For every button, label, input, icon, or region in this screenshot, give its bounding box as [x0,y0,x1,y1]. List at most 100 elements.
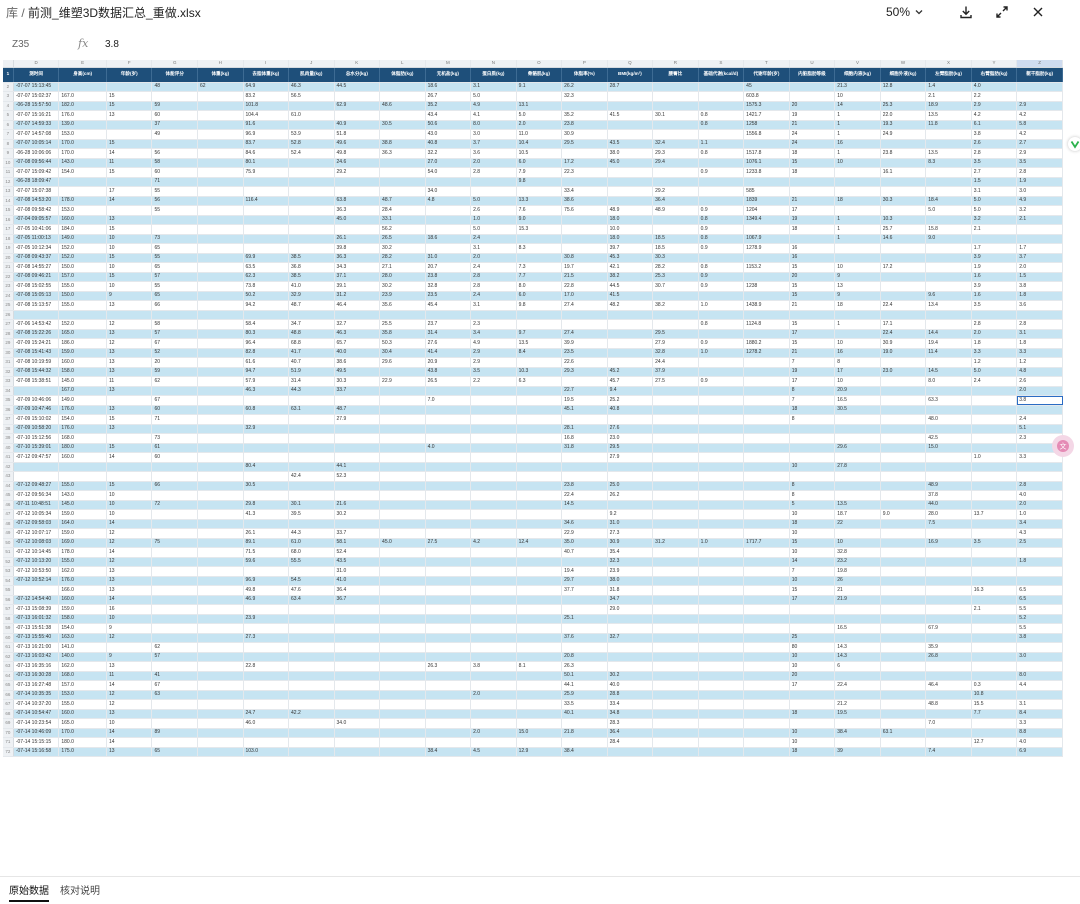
table-cell[interactable]: 63.3 [925,395,972,406]
table-cell[interactable] [1016,462,1063,472]
table-cell[interactable]: 1.0 [470,215,517,225]
table-cell[interactable] [425,452,472,463]
table-cell[interactable]: -07-07 15:09:42 [13,167,60,178]
table-cell[interactable] [288,661,335,672]
table-cell[interactable] [834,253,881,263]
table-cell[interactable]: -07-10 15:12:56 [13,433,60,444]
field-header[interactable]: 细胞外液(kg) [880,67,927,83]
table-cell[interactable]: 17 [789,329,836,339]
table-cell[interactable]: 24 [789,129,836,140]
table-cell[interactable]: 14 [106,680,153,691]
table-cell[interactable]: 55 [151,205,198,216]
table-cell[interactable] [379,519,426,529]
table-cell[interactable]: 17 [789,205,836,216]
table-cell[interactable]: 1.8 [1016,557,1063,567]
table-cell[interactable]: 14 [106,728,153,738]
table-cell[interactable]: 84.6 [243,148,290,159]
table-cell[interactable]: 4.5 [470,747,517,757]
table-cell[interactable]: 27.1 [379,262,426,273]
table-cell[interactable] [880,205,927,216]
table-cell[interactable]: 39.1 [334,281,381,292]
table-cell[interactable]: 7 [789,395,836,406]
table-cell[interactable]: 72 [151,500,198,510]
table-cell[interactable] [425,386,472,396]
table-cell[interactable]: 162.0 [58,566,107,577]
table-cell[interactable] [743,452,790,463]
table-cell[interactable]: 0.9 [698,224,745,235]
table-cell[interactable] [1016,566,1063,577]
table-cell[interactable]: 9 [834,291,881,301]
table-cell[interactable]: 1.1 [698,139,745,149]
table-cell[interactable] [243,186,290,197]
table-cell[interactable] [516,699,563,710]
table-cell[interactable]: 182.0 [58,101,107,111]
table-cell[interactable] [743,623,790,634]
row-number[interactable]: 68 [3,709,14,719]
table-cell[interactable]: 13 [106,110,153,121]
table-cell[interactable]: 6.3 [516,376,563,387]
table-cell[interactable]: -07-13 16:21:00 [13,642,60,653]
table-cell[interactable] [425,547,472,558]
table-cell[interactable]: 159.0 [58,528,107,539]
table-cell[interactable] [1016,661,1063,672]
table-cell[interactable] [516,614,563,624]
table-cell[interactable] [561,243,608,254]
table-cell[interactable] [971,661,1018,672]
table-cell[interactable] [561,595,608,605]
table-cell[interactable]: 19.8 [834,566,881,577]
table-cell[interactable] [880,576,927,586]
table-cell[interactable] [425,243,472,254]
table-cell[interactable]: 11 [106,158,153,168]
table-cell[interactable] [197,357,244,368]
table-cell[interactable] [425,405,472,415]
table-cell[interactable] [561,452,608,463]
table-cell[interactable]: 22 [834,519,881,529]
table-cell[interactable] [925,557,972,567]
table-cell[interactable] [561,224,608,235]
table-cell[interactable]: -07-12 10:08:03 [13,538,60,548]
table-cell[interactable] [789,452,836,463]
table-cell[interactable]: 164.0 [58,519,107,529]
table-cell[interactable]: 28.2 [379,253,426,263]
table-cell[interactable]: -07-12 09:47:57 [13,452,60,463]
table-cell[interactable] [151,139,198,149]
table-cell[interactable]: 25.1 [561,614,608,624]
table-cell[interactable]: 14.5 [561,500,608,510]
table-cell[interactable] [743,595,790,605]
table-cell[interactable]: 32.7 [607,633,654,643]
table-cell[interactable] [379,595,426,605]
table-cell[interactable]: 14 [106,452,153,463]
table-cell[interactable]: 18 [789,519,836,529]
table-cell[interactable] [880,642,927,653]
table-cell[interactable] [379,680,426,691]
table-cell[interactable]: -07-12 10:07:17 [13,528,60,539]
table-cell[interactable]: -07-08 15:13:57 [13,300,60,311]
table-cell[interactable]: 14 [789,557,836,567]
table-cell[interactable] [834,671,881,681]
table-cell[interactable]: 23.8 [561,481,608,491]
table-cell[interactable]: -07-08 15:02:55 [13,281,60,292]
table-cell[interactable] [425,481,472,491]
select-all-corner[interactable] [3,60,14,68]
table-cell[interactable] [334,699,381,710]
table-cell[interactable]: -07-12 10:53:50 [13,566,60,577]
table-cell[interactable] [197,224,244,235]
table-cell[interactable] [470,500,517,510]
table-cell[interactable] [425,205,472,216]
table-cell[interactable]: 2.1 [925,91,972,102]
table-cell[interactable]: 16.9 [925,538,972,548]
table-cell[interactable]: 19.5 [834,709,881,719]
table-cell[interactable]: 13 [106,367,153,377]
table-cell[interactable]: 42.4 [288,471,335,482]
table-cell[interactable] [470,709,517,719]
table-cell[interactable]: 165.0 [58,718,107,729]
table-cell[interactable] [197,243,244,254]
table-cell[interactable]: -06-28 15:57:50 [13,101,60,111]
table-cell[interactable] [698,433,745,444]
table-cell[interactable]: 3.5 [470,367,517,377]
table-cell[interactable]: 10 [789,547,836,558]
table-cell[interactable] [334,424,381,434]
table-cell[interactable] [652,129,699,140]
table-cell[interactable]: 9 [106,652,153,662]
table-cell[interactable] [561,604,608,615]
